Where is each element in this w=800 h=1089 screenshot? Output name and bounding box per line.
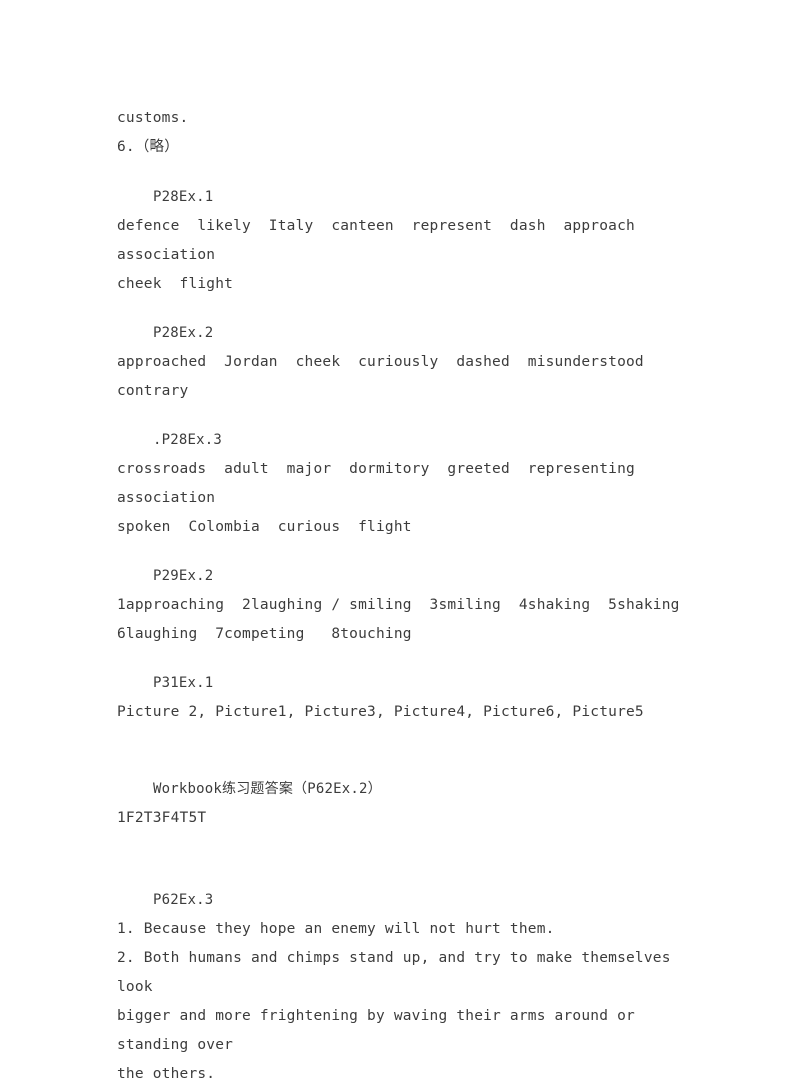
section-line: cheek flight bbox=[117, 276, 234, 292]
numbered-item-6: 6.（略） bbox=[117, 139, 179, 155]
section-heading-p28ex1: P28Ex.1 bbox=[153, 189, 214, 205]
major-section-gap bbox=[117, 833, 700, 886]
section-heading-p62ex3: P62Ex.3 bbox=[153, 892, 214, 908]
section-line: 2. Both humans and chimps stand up, and … bbox=[117, 950, 680, 995]
section-heading-p31ex1: P31Ex.1 bbox=[153, 675, 214, 691]
document-page: customs. 6.（略） P28Ex.1 defence likely It… bbox=[0, 0, 800, 1082]
continued-text-line: customs. bbox=[117, 110, 189, 126]
section-heading-p29ex2: P29Ex.2 bbox=[153, 568, 214, 584]
section-line: the others. bbox=[117, 1066, 216, 1082]
section-line: bigger and more frightening by waving th… bbox=[117, 1008, 644, 1053]
section-line: spoken Colombia curious flight bbox=[117, 519, 412, 535]
section-heading-p28ex2: P28Ex.2 bbox=[153, 325, 214, 341]
section-line: defence likely Italy canteen represent d… bbox=[117, 218, 653, 263]
section-line: 1F2T3F4T5T bbox=[117, 810, 207, 826]
section-line: approached Jordan cheek curiously dashed… bbox=[117, 354, 662, 399]
document-body: customs. 6.（略） P28Ex.1 defence likely It… bbox=[117, 104, 700, 1089]
section-line: Picture 2, Picture1, Picture3, Picture4,… bbox=[117, 704, 644, 720]
section-line: 6laughing 7competing 8touching bbox=[117, 626, 412, 642]
section-heading-workbook: Workbook练习题答案（P62Ex.2） bbox=[153, 781, 382, 797]
section-line: 1approaching 2laughing / smiling 3smilin… bbox=[117, 597, 680, 613]
major-section-gap bbox=[117, 727, 700, 775]
section-heading-p28ex3: .P28Ex.3 bbox=[153, 432, 223, 448]
section-line: crossroads adult major dormitory greeted… bbox=[117, 461, 653, 506]
section-line: 1. Because they hope an enemy will not h… bbox=[117, 921, 555, 937]
